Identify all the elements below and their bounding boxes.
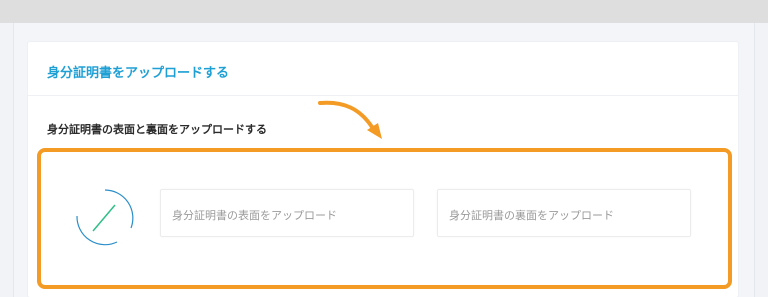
front-upload-label: 身分証明書の表面をアップロード xyxy=(172,209,337,222)
loading-spinner-icon xyxy=(73,186,137,250)
curved-arrow-icon xyxy=(316,97,386,143)
back-upload-slot[interactable]: 身分証明書の裏面をアップロード xyxy=(437,189,691,237)
upload-area: 身分証明書の表面をアップロード 身分証明書の裏面をアップロード xyxy=(41,152,728,285)
front-upload-slot[interactable]: 身分証明書の表面をアップロード xyxy=(160,189,414,237)
card-title: 身分証明書をアップロードする xyxy=(47,66,230,81)
right-frame xyxy=(754,23,768,297)
section-title: 身分証明書の表面と裏面をアップロードする xyxy=(47,123,267,136)
browser-top-bar xyxy=(0,0,768,24)
back-upload-label: 身分証明書の裏面をアップロード xyxy=(449,209,614,222)
card-divider xyxy=(28,95,738,96)
left-frame xyxy=(0,23,14,297)
